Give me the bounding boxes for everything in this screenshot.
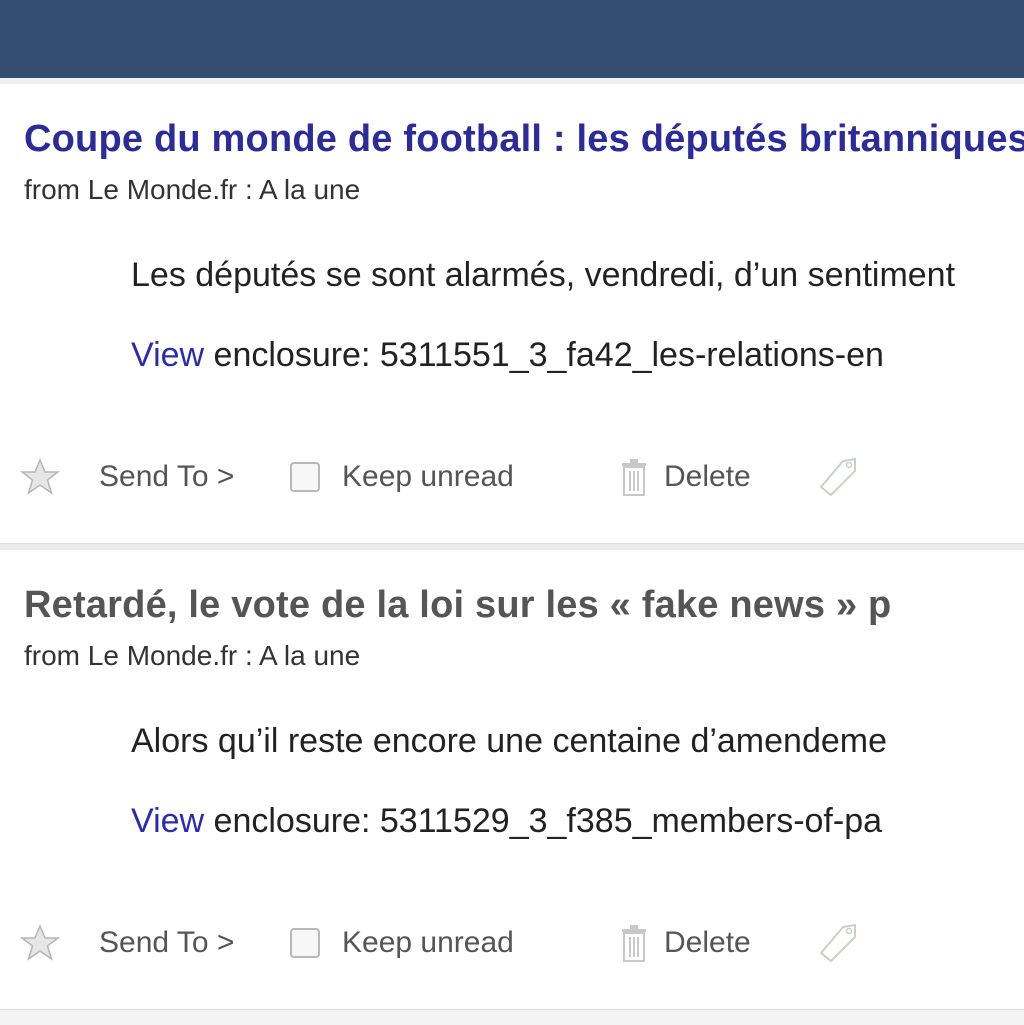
- send-to-button[interactable]: Send To >: [99, 452, 234, 502]
- keep-unread-toggle[interactable]: Keep unread: [290, 452, 514, 502]
- delete-button[interactable]: Delete: [620, 918, 751, 968]
- item-actions: Send To > Keep unread Delete: [0, 918, 1024, 968]
- item-enclosure: View enclosure: 5311529_3_f385_members-o…: [131, 802, 882, 841]
- feed-item: Retardé, le vote de la loi sur les « fak…: [0, 550, 1024, 1010]
- item-summary: Les députés se sont alarmés, vendredi, d…: [131, 256, 956, 294]
- enclosure-text: enclosure: 5311551_3_fa42_les-relations-…: [204, 336, 884, 374]
- delete-button[interactable]: Delete: [620, 452, 751, 502]
- trash-icon: [622, 459, 646, 496]
- item-title[interactable]: Coupe du monde de football : les députés…: [24, 118, 1024, 161]
- keep-unread-label: Keep unread: [342, 460, 514, 493]
- star-icon[interactable]: [20, 918, 64, 968]
- tag-icon[interactable]: [815, 452, 865, 502]
- delete-label: Delete: [664, 460, 751, 493]
- send-to-button[interactable]: Send To >: [99, 918, 234, 968]
- item-separator: [0, 543, 1024, 550]
- feed-item: Coupe du monde de football : les députés…: [0, 84, 1024, 544]
- keep-unread-toggle[interactable]: Keep unread: [290, 918, 514, 968]
- enclosure-text: enclosure: 5311529_3_f385_members-of-pa: [204, 802, 883, 840]
- view-enclosure-link[interactable]: View: [131, 336, 204, 374]
- star-icon[interactable]: [20, 452, 64, 502]
- tag-icon[interactable]: [815, 918, 865, 968]
- item-source: from Le Monde.fr : A la une: [24, 174, 361, 205]
- item-actions: Send To > Keep unread Delete: [0, 452, 1024, 502]
- view-enclosure-link[interactable]: View: [131, 802, 204, 840]
- keep-unread-checkbox[interactable]: [290, 928, 320, 958]
- item-enclosure: View enclosure: 5311551_3_fa42_les-relat…: [131, 336, 884, 375]
- keep-unread-checkbox[interactable]: [290, 462, 320, 492]
- item-title[interactable]: Retardé, le vote de la loi sur les « fak…: [24, 584, 891, 627]
- item-summary: Alors qu’il reste encore une centaine d’…: [131, 722, 888, 760]
- top-bar: [0, 0, 1024, 78]
- trash-icon: [622, 925, 646, 962]
- item-separator: [0, 1009, 1024, 1025]
- keep-unread-label: Keep unread: [342, 926, 514, 959]
- delete-label: Delete: [664, 926, 751, 959]
- item-source: from Le Monde.fr : A la une: [24, 640, 361, 671]
